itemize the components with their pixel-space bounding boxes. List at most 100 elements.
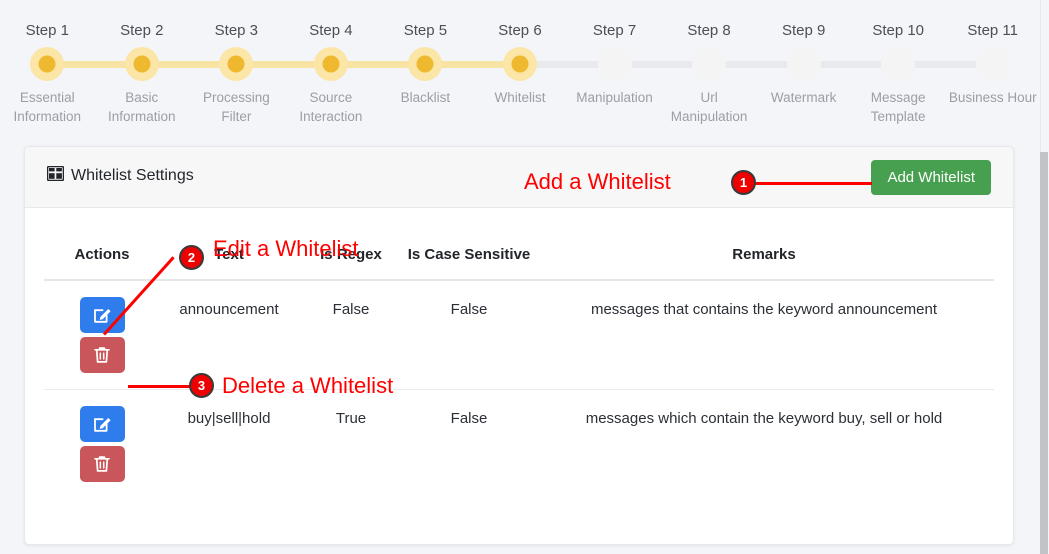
stepper-step-1[interactable]: Step 1 Essential Information	[0, 0, 142, 126]
stepper-step-label: Processing Filter	[202, 90, 270, 124]
row-actions-cell	[44, 390, 160, 499]
stepper-step-label: Business Hour	[948, 90, 1037, 105]
stepper-step-5[interactable]: Step 5 Blacklist	[378, 0, 520, 107]
stepper-dot-halo	[975, 47, 1010, 81]
stepper-step-title: Step 3	[214, 22, 259, 39]
card-header: Whitelist Settings Add Whitelist	[25, 147, 1013, 208]
stepper-step-title: Step 10	[872, 22, 925, 39]
stepper-node	[473, 47, 615, 81]
stepper-dot-core	[227, 55, 245, 73]
stepper-node	[756, 47, 899, 81]
stepper-node	[378, 47, 520, 81]
stepper-step-label: Message Template	[870, 90, 926, 124]
table-head: Actions Text Is Regex Is Case Sensitive …	[44, 208, 994, 281]
stepper-dot-halo	[692, 47, 727, 81]
stepper-step-label: Manipulation	[576, 90, 653, 105]
stepper-dot-halo	[219, 47, 254, 81]
stepper-step-label: Basic Information	[108, 90, 176, 124]
stepper-dot-halo	[597, 47, 632, 81]
stepper-step-6[interactable]: Step 6 Whitelist	[473, 0, 615, 107]
edit-row-button[interactable]	[79, 406, 125, 442]
row-cell-is-case-sensitive: False	[450, 410, 488, 427]
stepper-step-title: Step 4	[309, 22, 353, 39]
page-root: Step 1 Essential Information Step 2 Basic I…	[0, 0, 1049, 554]
trash-icon	[94, 347, 110, 363]
stepper-step-label: Blacklist	[400, 90, 451, 105]
stepper-step-11[interactable]: Step 11 Business Hour	[945, 0, 1040, 107]
stepper-node	[0, 47, 142, 81]
table-row: announcement False False messages that cont…	[44, 280, 994, 390]
stepper-node	[567, 47, 710, 81]
column-header-actions: Actions	[44, 208, 160, 281]
table-header-row: Actions Text Is Regex Is Case Sensitive …	[44, 208, 994, 281]
stepper-dot-core	[606, 56, 623, 73]
stepper-node	[284, 47, 426, 81]
column-header-remarks: Remarks	[534, 208, 994, 281]
stepper-step-title: Step 6	[498, 22, 542, 39]
stepper-step-title: Step 5	[403, 22, 448, 39]
wizard-stepper: Step 1 Essential Information Step 2 Basic I…	[0, 0, 1040, 140]
stepper-step-title: Step 11	[967, 22, 1019, 39]
whitelist-table: Actions Text Is Regex Is Case Sensitive …	[44, 208, 994, 498]
stepper-dot-core	[511, 55, 529, 73]
stepper-dot-core	[984, 56, 1001, 73]
stepper-step-9[interactable]: Step 9 Watermark	[756, 0, 899, 107]
vertical-scrollbar-track[interactable]	[1040, 0, 1049, 554]
stepper-step-8[interactable]: Step 8 Url Manipulation	[662, 0, 804, 126]
stepper-step-4[interactable]: Step 4 Source Interaction	[284, 0, 426, 126]
stepper-step-title: Step 9	[781, 22, 826, 39]
stepper-node	[662, 47, 804, 81]
stepper-dot-halo	[881, 47, 916, 81]
delete-row-button[interactable]	[79, 446, 125, 482]
pencil-square-icon	[94, 309, 111, 323]
stepper-dot-halo	[124, 47, 159, 81]
row-actions-cell	[44, 280, 160, 390]
stepper-dot-halo	[786, 47, 821, 81]
row-cell-is-regex: False	[298, 280, 404, 390]
stepper-dot-halo	[502, 47, 537, 81]
row-cell-text: announcement	[160, 280, 298, 390]
add-whitelist-button[interactable]: Add Whitelist	[871, 160, 991, 195]
table-row: buy|sell|hold True False messages which con…	[44, 390, 994, 499]
stepper-step-10[interactable]: Step 10 Message Template	[851, 0, 993, 126]
stepper-node	[945, 47, 1040, 81]
stepper-step-title: Step 7	[592, 22, 637, 39]
stepper-dot-core	[322, 55, 340, 73]
delete-row-button[interactable]	[79, 337, 125, 373]
column-header-text: Text	[160, 208, 298, 281]
stepper-step-label: Whitelist	[494, 90, 546, 105]
stepper-dot-core	[890, 56, 907, 73]
stepper-step-title: Step 1	[25, 22, 69, 39]
whitelist-settings-card: Whitelist Settings Add Whitelist Actions…	[24, 146, 1014, 545]
vertical-scrollbar-thumb[interactable]	[1040, 152, 1048, 554]
stepper-step-label: Watermark	[770, 90, 837, 105]
stepper-dot-core	[38, 55, 56, 73]
stepper-dot-core	[795, 56, 812, 73]
stepper-node	[851, 47, 993, 81]
stepper-node	[189, 47, 331, 81]
page-title: Whitelist Settings	[46, 165, 194, 186]
stepper-step-label: Source Interaction	[299, 90, 363, 124]
stepper-dot-core	[133, 55, 151, 73]
trash-icon	[94, 456, 110, 472]
stepper-step-title: Step 2	[120, 22, 164, 39]
row-cell-is-regex: True	[335, 410, 367, 427]
column-header-is-case-sensitive: Is Case Sensitive	[404, 208, 534, 281]
stepper-step-label: Essential Information	[13, 90, 82, 124]
stepper-step-label: Url Manipulation	[670, 90, 748, 124]
edit-row-button[interactable]	[79, 297, 125, 333]
stepper-step-3[interactable]: Step 3 Processing Filter	[189, 0, 331, 126]
row-cell-text: buy|sell|hold	[187, 410, 271, 427]
row-cell-is-case-sensitive: False	[404, 280, 534, 390]
card-title-text: Whitelist Settings	[71, 167, 194, 184]
stepper-step-title: Step 8	[687, 22, 731, 39]
row-cell-remarks: messages which contain the keyword buy, …	[585, 410, 943, 427]
table-body: announcement False False messages that cont…	[44, 280, 994, 498]
stepper-dot-core	[416, 55, 434, 73]
column-header-is-regex: Is Regex	[298, 208, 404, 281]
stepper-step-2[interactable]: Step 2 Basic Information	[95, 0, 237, 126]
stepper-step-7[interactable]: Step 7 Manipulation	[567, 0, 710, 107]
stepper-dot-halo	[30, 47, 65, 81]
pencil-square-icon	[94, 418, 111, 432]
stepper-dot-halo	[408, 47, 443, 81]
